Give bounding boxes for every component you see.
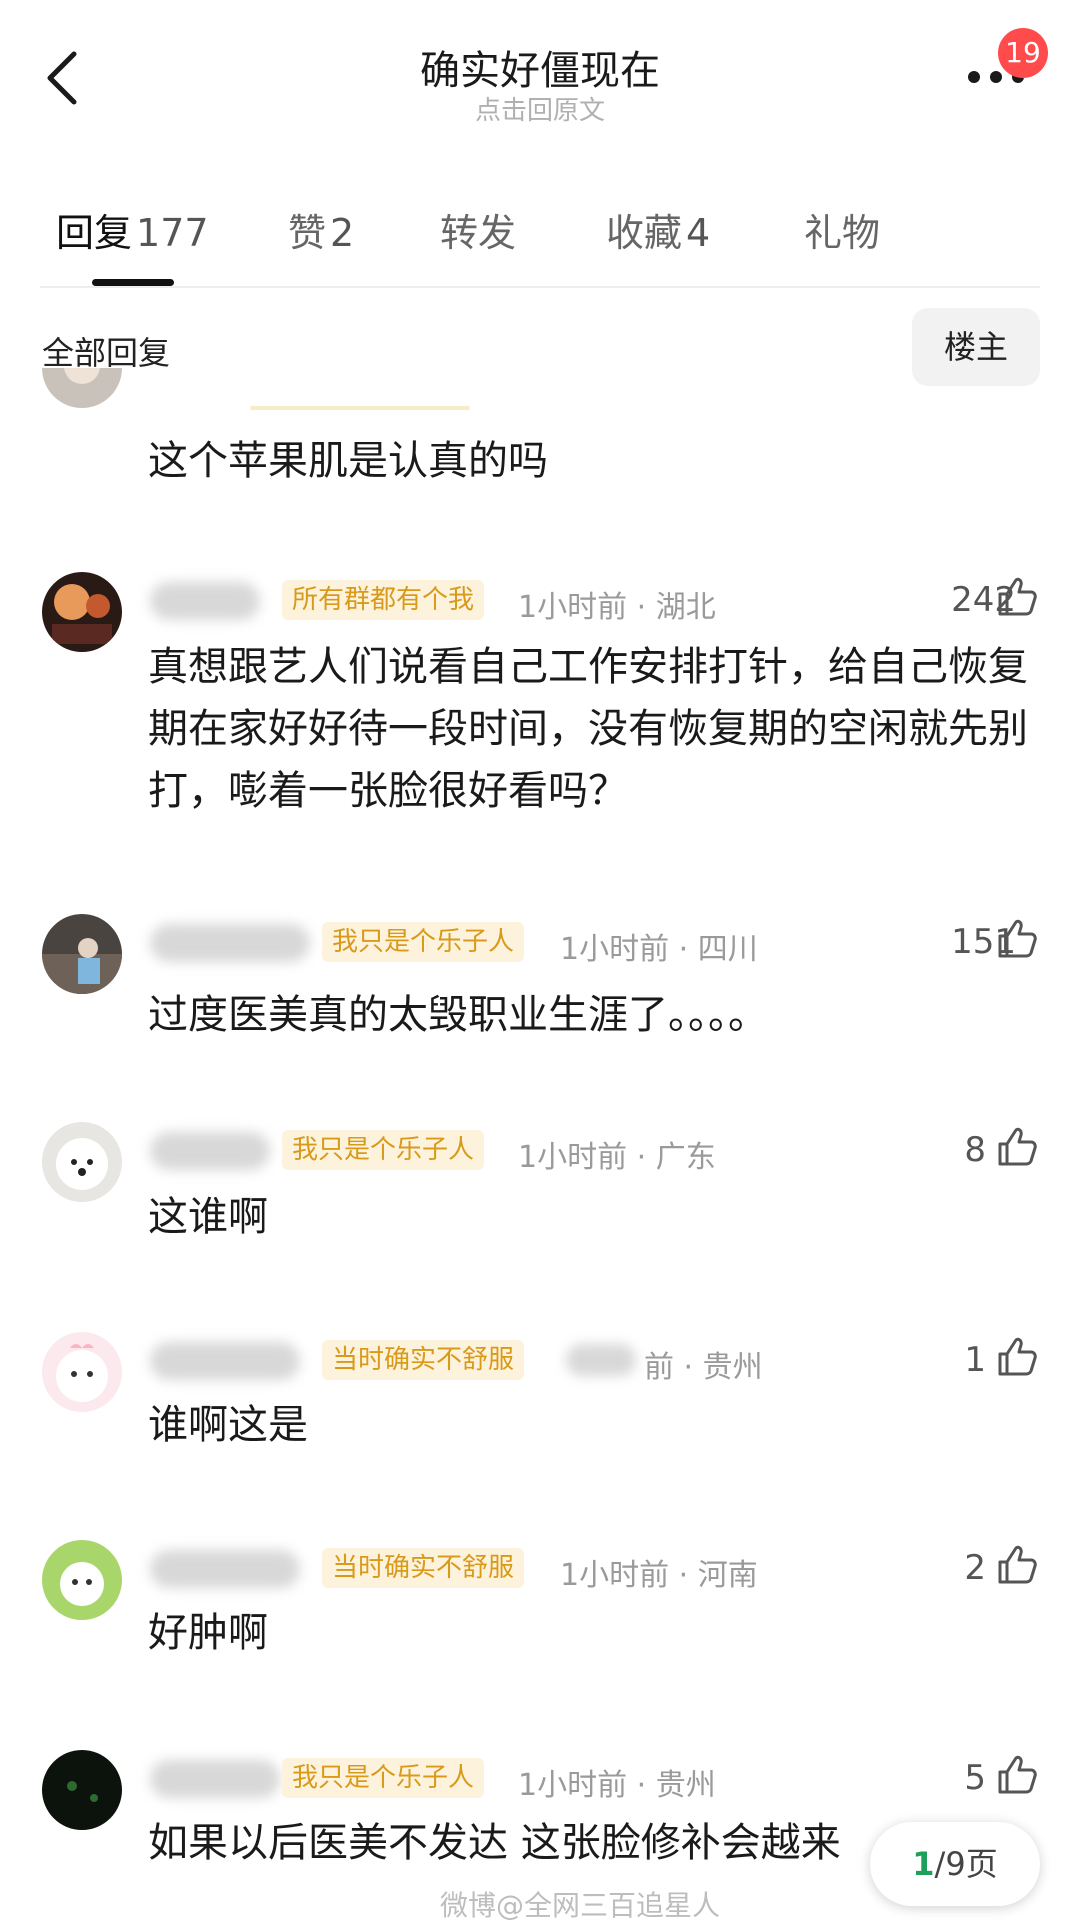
comment-meta: 1小时前 · 河南: [560, 1558, 758, 1593]
tab-label: 赞: [288, 211, 327, 255]
thumbs-up-icon[interactable]: [996, 1336, 1038, 1378]
thumbs-up-icon[interactable]: [996, 1754, 1038, 1796]
thumbs-up-icon[interactable]: [996, 918, 1038, 960]
group-tag: 当时确实不舒服: [322, 1340, 525, 1380]
avatar[interactable]: [42, 914, 122, 994]
like-count: 1: [964, 1340, 986, 1380]
all-replies-label: 全部回复: [42, 334, 171, 372]
avatar[interactable]: [42, 1332, 122, 1412]
tab-count: 2: [330, 211, 355, 255]
watermark: 微博@全网三百追星人: [440, 1889, 721, 1922]
owner-only-button[interactable]: 楼主: [912, 308, 1040, 386]
total-pages: /9页: [934, 1845, 998, 1883]
comment-time: 1小时前: [518, 1768, 628, 1803]
active-tab-indicator: [92, 279, 174, 286]
thumbs-up-icon[interactable]: [996, 576, 1038, 618]
comment-location: 河南: [697, 1558, 758, 1593]
tab-likes[interactable]: 赞2: [288, 202, 354, 257]
comment-location: 广东: [655, 1140, 716, 1175]
group-tag: 我只是个乐子人: [282, 1130, 485, 1170]
scrolled-tag-edge: [250, 406, 470, 410]
tab-label: 礼物: [804, 211, 881, 255]
tab-label: 回复: [56, 211, 133, 255]
comment-time: 1小时前: [518, 590, 628, 625]
comment-location: 四川: [697, 932, 758, 967]
page-indicator[interactable]: 1/9页: [870, 1822, 1040, 1906]
comment-meta: 1小时前 · 四川: [560, 932, 758, 967]
comment-meta: 前 · 贵州: [644, 1350, 763, 1385]
username-redacted: [150, 1342, 300, 1380]
tab-count: 177: [136, 211, 209, 255]
comment-text[interactable]: 好肿啊: [148, 1602, 268, 1664]
tab-reposts[interactable]: 转发: [440, 202, 516, 257]
avatar[interactable]: [42, 1540, 122, 1620]
comment-text[interactable]: 谁啊这是: [148, 1394, 308, 1456]
comment-location: 贵州: [655, 1768, 716, 1803]
username-redacted: [150, 582, 260, 620]
tab-count: 4: [686, 211, 711, 255]
comment-time: 1小时前: [560, 1558, 670, 1593]
comment-location: 贵州: [702, 1350, 763, 1385]
thumbs-up-icon[interactable]: [996, 1544, 1038, 1586]
comment-text[interactable]: 这个苹果肌是认真的吗: [148, 430, 548, 492]
post-title[interactable]: 确实好僵现在: [0, 38, 1080, 96]
tab-favorites[interactable]: 收藏 4: [606, 202, 710, 257]
comment-text[interactable]: 过度医美真的太毁职业生涯了。。。。: [148, 984, 768, 1046]
time-redacted: [566, 1344, 636, 1376]
comment-text[interactable]: 如果以后医美不发达 这张脸修补会越来: [148, 1812, 841, 1874]
group-tag: 所有群都有个我: [282, 580, 485, 620]
comment-time: 1小时前: [560, 932, 670, 967]
thumbs-up-icon[interactable]: [996, 1126, 1038, 1168]
tab-label: 转发: [440, 211, 517, 255]
group-tag: 我只是个乐子人: [282, 1758, 485, 1798]
tabs-divider: [40, 286, 1040, 288]
group-tag: 当时确实不舒服: [322, 1548, 525, 1588]
tab-label: 收藏: [606, 211, 683, 255]
current-page: 1: [912, 1845, 935, 1883]
group-tag: 我只是个乐子人: [322, 922, 525, 962]
notification-badge: 19: [998, 28, 1048, 78]
like-count: 8: [964, 1130, 986, 1170]
comment-location: 湖北: [655, 590, 716, 625]
comment-text[interactable]: 这谁啊: [148, 1186, 268, 1248]
username-redacted: [150, 1550, 300, 1588]
comment-meta: 1小时前 · 广东: [518, 1140, 716, 1175]
comment-meta: 1小时前 · 贵州: [518, 1768, 716, 1803]
username-redacted: [150, 1132, 270, 1170]
avatar[interactable]: [42, 572, 122, 652]
tab-gifts[interactable]: 礼物: [804, 202, 880, 257]
username-redacted: [150, 1760, 280, 1798]
username-redacted: [150, 924, 310, 962]
comment-time: 前: [644, 1350, 674, 1385]
avatar[interactable]: [42, 1122, 122, 1202]
comment-meta: 1小时前 · 湖北: [518, 590, 716, 625]
like-count: 2: [964, 1548, 986, 1588]
back-to-original-link[interactable]: 点击回原文: [0, 90, 1080, 127]
comment-time: 1小时前: [518, 1140, 628, 1175]
tab-replies[interactable]: 回复 177: [56, 202, 209, 257]
like-count: 5: [964, 1758, 986, 1798]
comment-text[interactable]: 真想跟艺人们说看自己工作安排打针，给自己恢复期在家好好待一段时间，没有恢复期的空…: [148, 636, 1028, 822]
avatar[interactable]: [42, 1750, 122, 1830]
